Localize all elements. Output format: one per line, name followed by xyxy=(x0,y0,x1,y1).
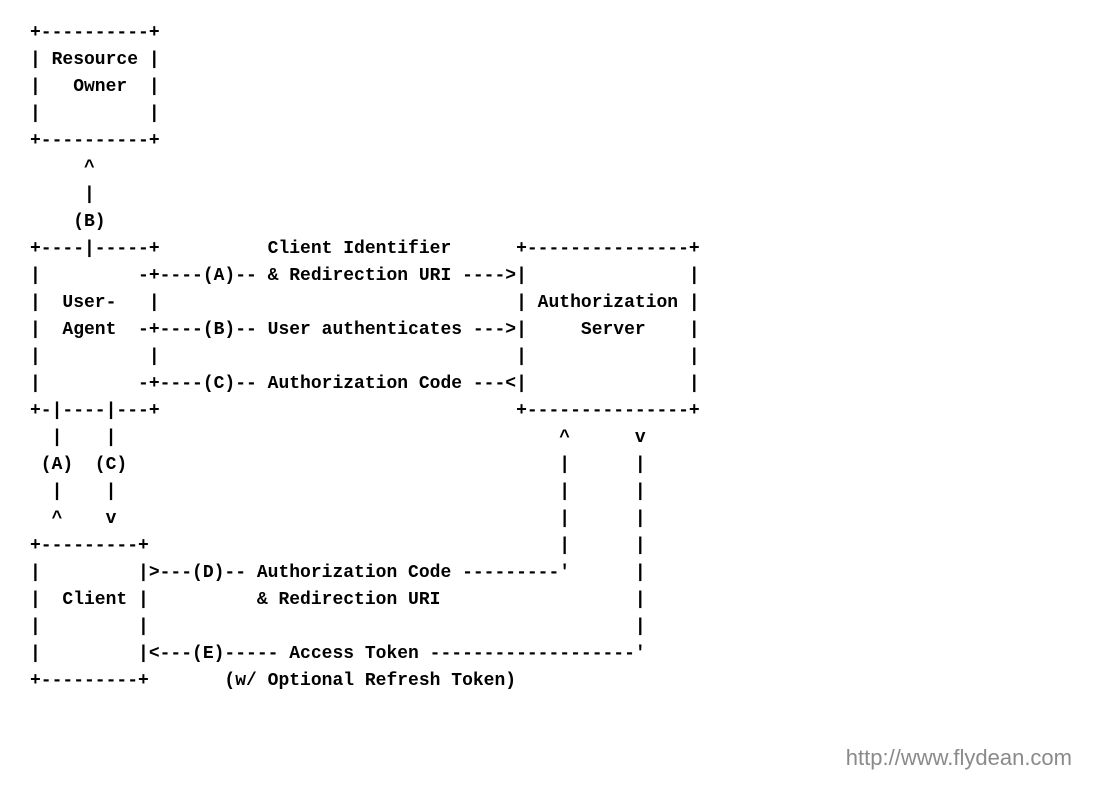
oauth-flow-diagram: +----------+ | Resource | | Owner | | | … xyxy=(0,0,1100,715)
watermark: http://www.flydean.com xyxy=(846,741,1072,774)
